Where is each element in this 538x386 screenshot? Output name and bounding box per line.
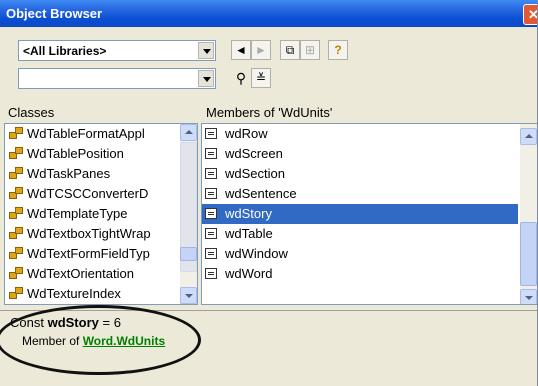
member-list-item[interactable]: wdScreen [202,144,518,164]
copy-icon: ⧉ [285,43,295,57]
search-button[interactable]: ⚲ [231,68,251,88]
member-list-item-label: wdSentence [225,186,297,201]
class-list-item-label: WdTablePosition [27,146,124,161]
member-list-item[interactable]: wdSection [202,164,518,184]
class-list-item-label: WdTableFormatAppl [27,126,145,141]
class-module-icon [9,207,23,219]
class-list-item[interactable]: WdTextureIndex [9,284,121,304]
class-list-item[interactable]: WdTemplateType [9,204,127,224]
class-list-item-label: WdTextboxTightWrap [27,226,151,241]
class-module-icon [9,187,23,199]
scroll-down-button[interactable] [520,289,537,304]
class-list-item[interactable]: WdTextOrientation [9,264,134,284]
class-module-icon [9,227,23,239]
class-list-item[interactable]: WdTextboxTightWrap [9,224,151,244]
class-list-item[interactable]: WdTCSCConverterD [9,184,148,204]
class-module-icon [9,287,23,299]
back-button[interactable]: ◄ [231,40,251,60]
member-list-item-label: wdScreen [225,146,283,161]
member-list-item[interactable]: wdRow [202,124,518,144]
member-list-item[interactable]: wdSentence [202,184,518,204]
object-browser-window: Object Browser ✕ <All Libraries> ◄ ► ⧉ ⊞… [0,0,538,386]
class-module-icon [9,127,23,139]
member-list-item-label: wdTable [225,226,273,241]
forward-button[interactable]: ► [251,40,271,60]
member-list-item[interactable]: wdWord [202,264,518,284]
highlight-ellipse [0,305,201,375]
close-button[interactable]: ✕ [523,4,537,25]
library-combo[interactable]: <All Libraries> [18,40,216,61]
toggle-search-results-button[interactable]: ≚ [251,68,271,88]
library-combo-value: <All Libraries> [23,44,107,58]
search-text-combo[interactable] [18,68,216,89]
class-list-item-label: WdTCSCConverterD [27,186,149,201]
window-title: Object Browser [6,6,103,21]
enum-constant-icon [205,148,217,159]
member-list-item-label: wdSection [225,166,285,181]
class-list-item-label: WdTaskPanes [27,166,111,181]
forward-icon: ► [255,43,267,57]
class-module-icon [9,167,23,179]
classes-list[interactable]: WdTableFormatAppl WdTablePosition WdTaskPa… [4,123,198,305]
member-list-item-label: wdWord [225,266,273,281]
scroll-thumb[interactable] [180,247,197,261]
view-definition-icon: ⊞ [304,43,316,57]
scroll-up-button[interactable] [520,128,537,145]
copy-button[interactable]: ⧉ [280,40,300,60]
class-list-item[interactable]: WdTableFormatAppl [9,124,145,144]
double-chevron-icon: ≚ [255,71,267,85]
enum-constant-icon [205,208,217,219]
class-list-item[interactable]: WdTablePosition [9,144,124,164]
class-list-item-label: WdTextFormFieldTyp [27,246,150,261]
members-scrollbar[interactable] [520,124,537,304]
chevron-down-icon[interactable] [198,70,214,87]
class-module-icon [9,267,23,279]
member-list-item-label: wdRow [225,126,268,141]
view-definition-button[interactable]: ⊞ [300,40,320,60]
class-list-item-label: WdTextOrientation [27,266,134,281]
enum-constant-icon [205,188,217,199]
classes-header: Classes [8,105,55,120]
member-list-item-label: wdWindow [225,246,288,261]
member-list-item-label: wdStory [225,206,272,221]
help-button[interactable]: ? [328,40,348,60]
scroll-thumb[interactable] [520,222,537,286]
help-icon: ? [334,43,342,57]
enum-constant-icon [205,228,217,239]
class-module-icon [9,247,23,259]
class-list-item-label: WdTextureIndex [27,286,121,301]
members-list[interactable]: wdRow wdScreen wdSection wdSentence wdStory w… [201,123,537,305]
member-list-item[interactable]: wdTable [202,224,518,244]
class-list-item-label: WdTemplateType [27,206,128,221]
enum-constant-icon [205,168,217,179]
class-list-item[interactable]: WdTextFormFieldTyp [9,244,150,264]
member-list-item-selected[interactable]: wdStory [202,204,518,224]
enum-constant-icon [205,248,217,259]
member-list-item[interactable]: wdWindow [202,244,518,264]
binoculars-icon: ⚲ [235,70,247,86]
chevron-down-icon[interactable] [198,42,214,59]
scroll-up-button[interactable] [180,124,197,141]
enum-constant-icon [205,128,217,139]
class-module-icon [9,147,23,159]
back-icon: ◄ [235,43,247,57]
scroll-down-button[interactable] [180,287,197,304]
classes-scrollbar[interactable] [180,124,197,304]
members-header: Members of 'WdUnits' [206,105,333,120]
class-list-item[interactable]: WdTaskPanes [9,164,110,184]
title-bar[interactable]: Object Browser ✕ [0,0,537,27]
enum-constant-icon [205,268,217,279]
